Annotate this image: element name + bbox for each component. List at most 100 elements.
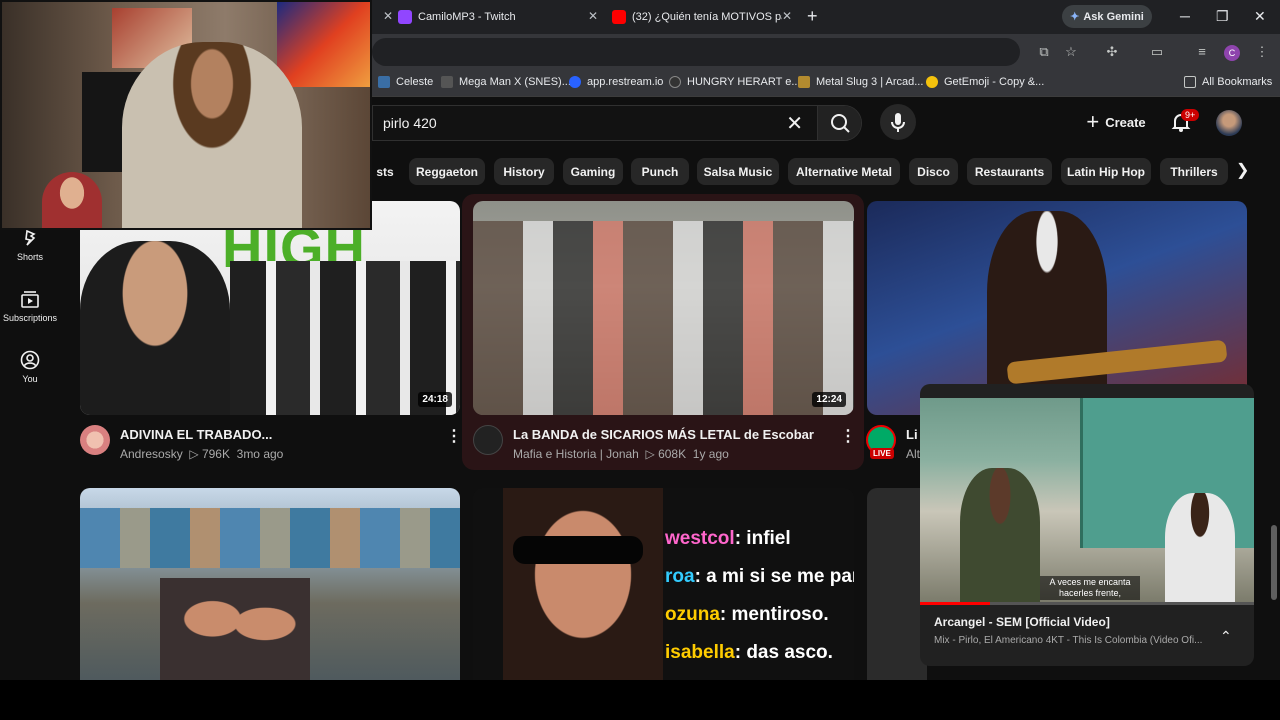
upload-age: 3mo ago	[236, 447, 284, 461]
chip-posts[interactable]: sts	[372, 158, 398, 185]
sidebar-item-shorts[interactable]: Shorts	[0, 228, 60, 262]
all-bookmarks-label: All Bookmarks	[1202, 76, 1273, 88]
shorts-icon	[25, 229, 36, 246]
chat-message: : a mi si se me para.	[694, 566, 854, 587]
channel-name[interactable]: Alt	[906, 447, 920, 461]
video-thumbnail[interactable]	[867, 488, 927, 680]
video-thumbnail[interactable]: westcol: infiel roa: a mi si se me para.…	[473, 488, 854, 680]
view-count: 608K	[658, 447, 687, 461]
new-tab-button[interactable]: +	[807, 6, 818, 26]
search-button[interactable]	[817, 106, 861, 140]
video-thumbnail[interactable]: HIGH 24:18	[80, 201, 460, 415]
streamer-figure	[122, 42, 302, 228]
bookmark-icon	[798, 76, 810, 88]
video-thumbnail[interactable]	[867, 201, 1247, 415]
youtube-icon	[612, 10, 626, 24]
close-tab-icon[interactable]: ✕	[383, 9, 393, 23]
chip-thrillers[interactable]: Thrillers	[1160, 158, 1228, 185]
video-thumbnail[interactable]: 12:24	[473, 201, 854, 415]
miniplayer-title[interactable]: Arcangel - SEM [Official Video]	[934, 615, 1110, 629]
person-figure	[80, 241, 230, 415]
create-label: Create	[1105, 114, 1146, 130]
bottom-bar	[0, 680, 1280, 720]
bookmark-getemoji[interactable]: GetEmoji - Copy &...	[926, 76, 1044, 88]
search-icon	[831, 114, 850, 133]
channel-name[interactable]: Mafia e Historia | Jonah	[513, 447, 639, 461]
bookmark-hungry-herart[interactable]: HUNGRY HERART e...	[669, 76, 801, 88]
miniplayer[interactable]: A veces me encanta hacerles frente, Arca…	[920, 384, 1254, 666]
search-box[interactable]: pirlo 420 ✕	[372, 105, 862, 141]
chip-restaurants[interactable]: Restaurants	[967, 158, 1052, 185]
video-title[interactable]: Li	[906, 427, 918, 442]
close-tab-icon[interactable]: ✕	[588, 9, 598, 23]
tab-search-icon[interactable]: ▭	[1149, 44, 1165, 60]
person-figure	[1165, 493, 1235, 604]
bookmark-icon	[669, 76, 681, 88]
video-title[interactable]: ADIVINA EL TRABADO...	[120, 427, 272, 442]
close-window-button[interactable]: ✕	[1254, 8, 1266, 25]
video-title[interactable]: La BANDA de SICARIOS MÁS LETAL de Escoba…	[513, 427, 814, 442]
tab-title: (32) ¿Quién tenía MOTIVOS par	[632, 11, 782, 23]
page-scrollbar[interactable]	[1268, 100, 1280, 680]
chip-punch[interactable]: Punch	[631, 158, 689, 185]
tab-youtube[interactable]: (32) ¿Quién tenía MOTIVOS par ✕	[612, 4, 792, 30]
menu-icon[interactable]: ⋮	[1254, 44, 1270, 60]
chat-message: : mentiroso.	[719, 604, 829, 625]
account-avatar[interactable]	[1216, 110, 1242, 136]
extensions-icon[interactable]: ✣	[1104, 44, 1120, 60]
bookmark-megaman[interactable]: Mega Man X (SNES)...	[441, 76, 571, 88]
chip-salsa-music[interactable]: Salsa Music	[697, 158, 779, 185]
minimize-button[interactable]: ─	[1180, 8, 1190, 24]
bookmark-label: app.restream.io	[587, 76, 664, 88]
sidebar-label: Subscriptions	[2, 313, 58, 323]
close-tab-icon[interactable]: ✕	[782, 9, 792, 23]
more-options-icon[interactable]: ⋮	[840, 426, 856, 446]
chip-history[interactable]: History	[494, 158, 554, 185]
sidebar-item-you[interactable]: You	[0, 350, 60, 384]
maximize-button[interactable]: ❐	[1216, 8, 1229, 25]
duration-badge: 24:18	[418, 392, 452, 407]
bookmark-metal-slug[interactable]: Metal Slug 3 | Arcad...	[798, 76, 923, 88]
create-button[interactable]: + Create	[1076, 104, 1156, 140]
more-options-icon[interactable]: ⋮	[446, 426, 462, 446]
chip-disco[interactable]: Disco	[909, 158, 958, 185]
clear-search-icon[interactable]: ✕	[786, 111, 803, 136]
wall-art	[277, 2, 370, 87]
sidebar-item-subscriptions[interactable]: Subscriptions	[0, 289, 60, 323]
search-input[interactable]: pirlo 420	[383, 115, 437, 131]
chevron-right-icon[interactable]: ❯	[1236, 160, 1249, 180]
progress-fill	[920, 602, 991, 605]
chat-user: roa	[665, 566, 695, 587]
profile-avatar[interactable]: C	[1224, 45, 1240, 61]
address-bar[interactable]	[372, 38, 1020, 66]
media-icon[interactable]: ≡	[1194, 44, 1210, 60]
voice-search-button[interactable]	[880, 104, 916, 140]
chip-latin-hip-hop[interactable]: Latin Hip Hop	[1061, 158, 1151, 185]
miniplayer-video[interactable]	[920, 398, 1254, 604]
notification-count-badge: 9+	[1181, 109, 1200, 121]
miniplayer-progress-bar[interactable]	[920, 602, 1254, 605]
bookmark-icon	[441, 76, 453, 88]
star-icon[interactable]: ☆	[1063, 44, 1079, 60]
channel-avatar[interactable]	[473, 425, 503, 455]
channel-avatar[interactable]	[80, 425, 110, 455]
view-count: 796K	[201, 447, 230, 461]
child-figure	[42, 172, 102, 228]
all-bookmarks[interactable]: All Bookmarks	[1184, 76, 1272, 88]
ask-gemini-button[interactable]: ✦ Ask Gemini	[1062, 5, 1152, 28]
bookmark-restream[interactable]: app.restream.io	[569, 76, 663, 88]
video-meta: Andresosky ▷ 796K 3mo ago	[120, 447, 284, 461]
tab-twitch[interactable]: CamiloMP3 - Twitch ✕	[398, 4, 598, 30]
chip-gaming[interactable]: Gaming	[563, 158, 623, 185]
video-thumbnail[interactable]	[80, 488, 460, 680]
live-badge: LIVE	[870, 448, 894, 459]
channel-name[interactable]: Andresosky	[120, 447, 183, 461]
chip-alternative-metal[interactable]: Alternative Metal	[788, 158, 900, 185]
chip-reggaeton[interactable]: Reggaeton	[409, 158, 485, 185]
scrollbar-thumb[interactable]	[1271, 525, 1277, 600]
bookmark-celeste[interactable]: Celeste	[378, 76, 433, 88]
cast-icon[interactable]: ⧉	[1036, 44, 1052, 60]
people-figures	[160, 578, 310, 680]
expand-chevron-icon[interactable]: ⌃	[1220, 628, 1232, 645]
miniplayer-subtitle[interactable]: Mix - Pirlo, El Americano 4KT - This Is …	[934, 635, 1202, 646]
